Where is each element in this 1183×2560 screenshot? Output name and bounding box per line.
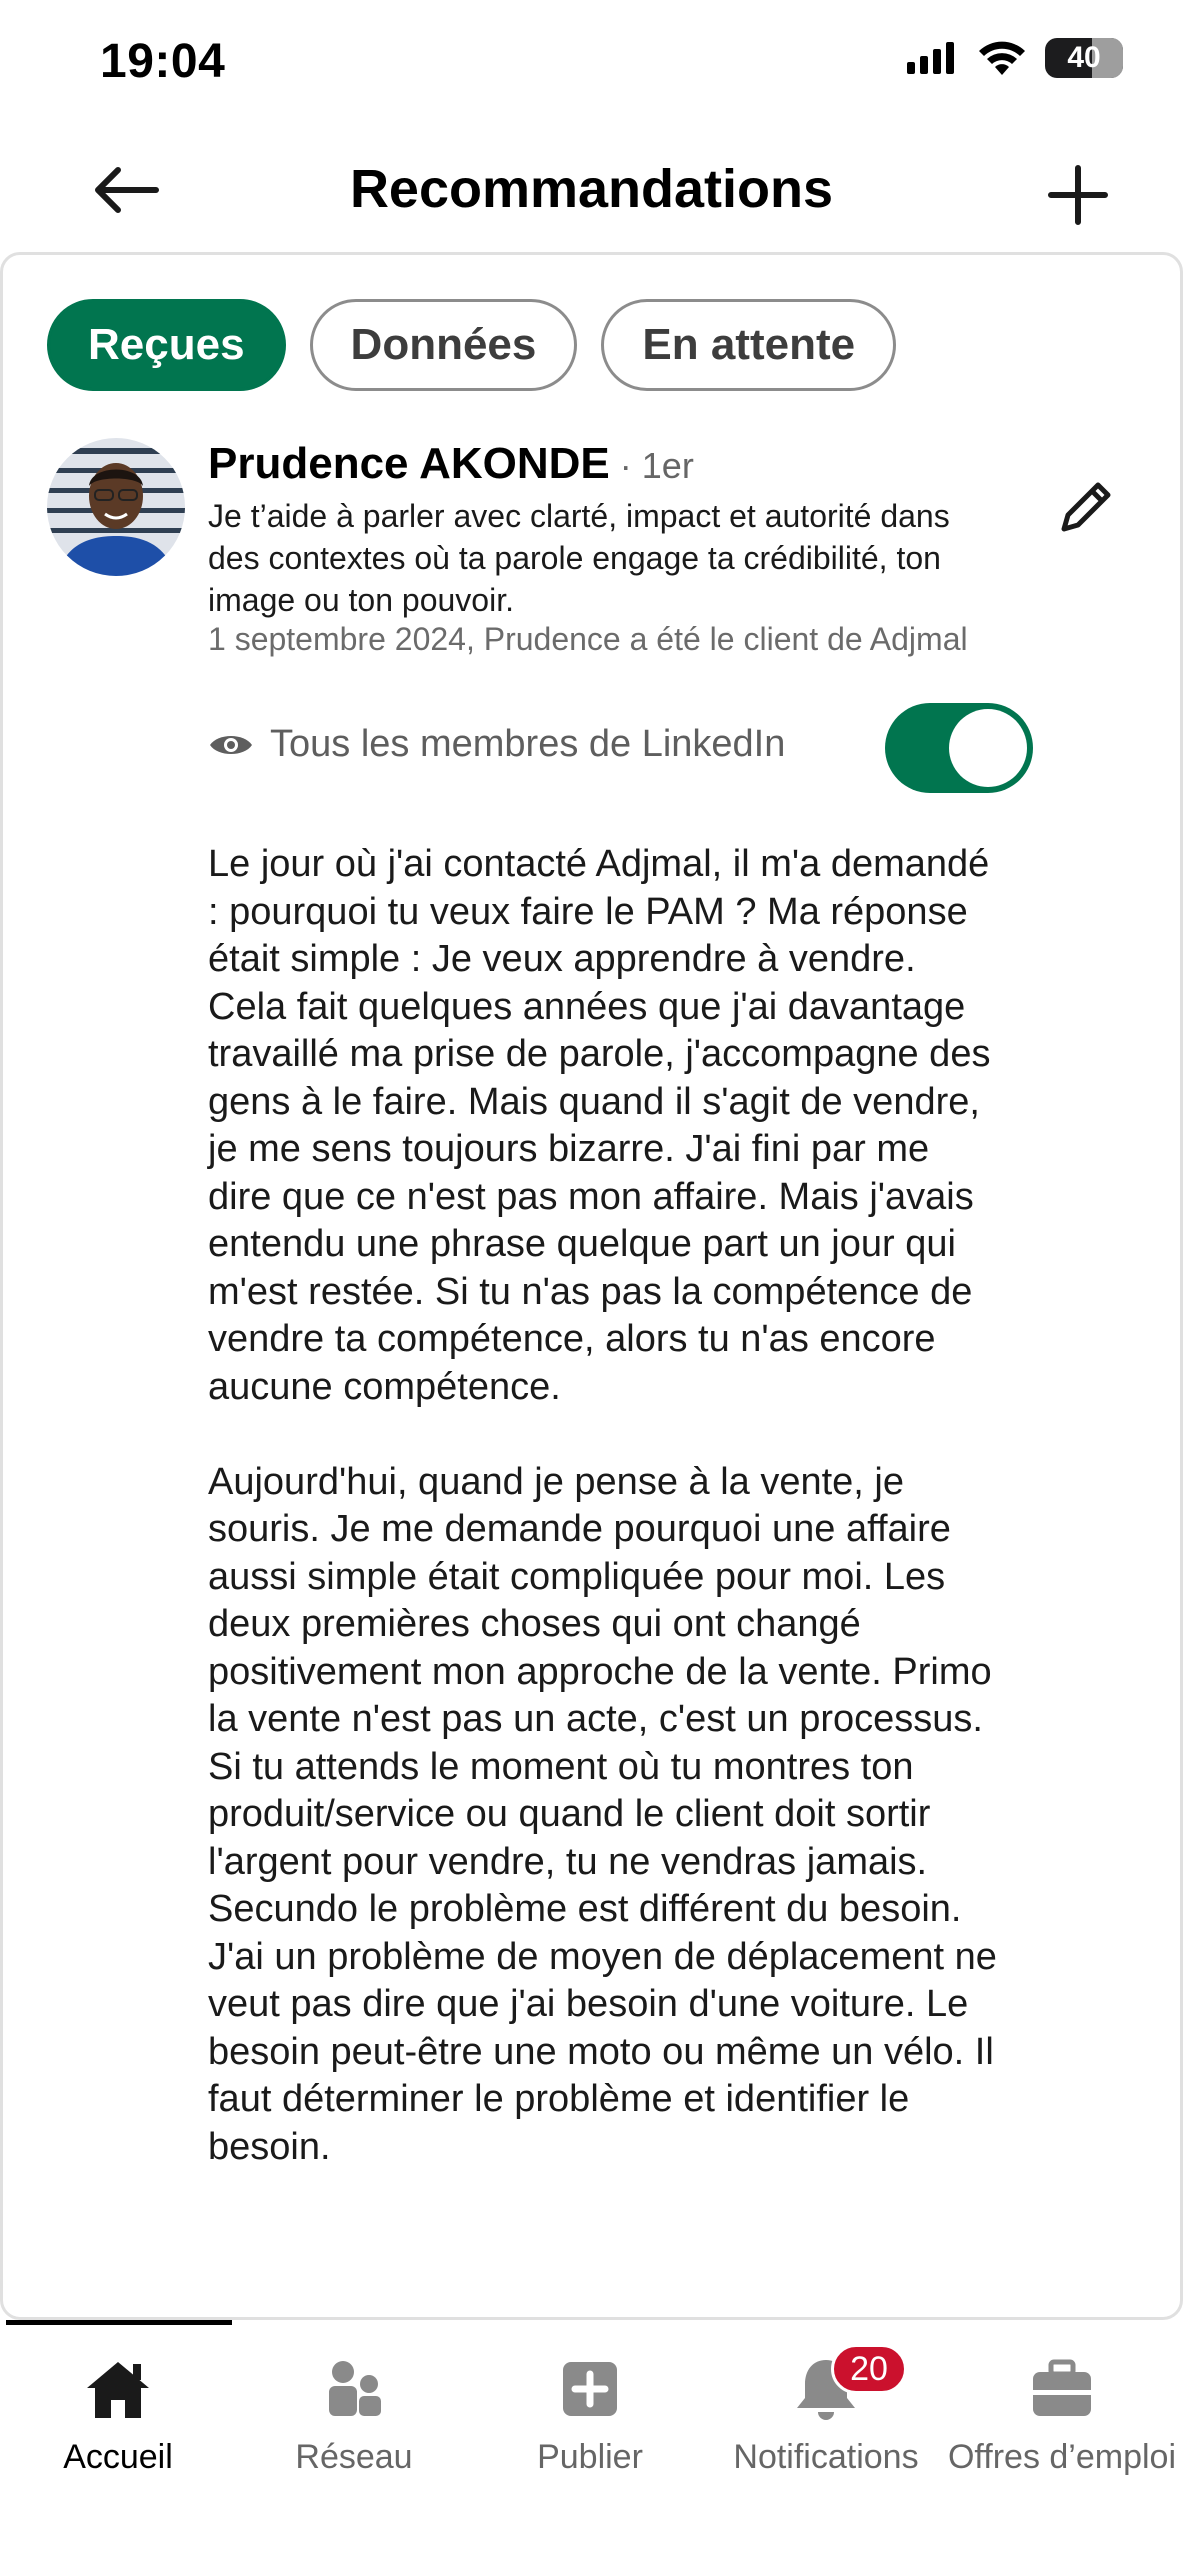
visibility-label: Tous les membres de LinkedIn — [270, 723, 786, 765]
tab-pending[interactable]: En attente — [601, 299, 897, 391]
tab-received[interactable]: Reçues — [47, 299, 286, 391]
bell-icon-wrap: 20 — [791, 2344, 907, 2424]
battery-icon: 40 — [1045, 38, 1123, 78]
active-tab-indicator — [6, 2320, 232, 2325]
bottom-navigation: Accueil Réseau Publier 20 Notifications … — [0, 2320, 1183, 2560]
nav-notifications[interactable]: 20 Notifications — [708, 2342, 944, 2492]
recommender-headline: Je t’aide à parler avec clarté, impact e… — [208, 498, 950, 618]
nav-jobs-label: Offres d’emploi — [947, 2438, 1177, 2476]
nav-post[interactable]: Publier — [472, 2342, 708, 2492]
nav-home[interactable]: Accueil — [0, 2342, 236, 2492]
visibility-setting: Tous les membres de LinkedIn — [208, 723, 785, 766]
briefcase-icon — [1033, 2359, 1091, 2416]
recommendations-screen: 19:04 40 Recommandations Reçues Données … — [0, 0, 1183, 2560]
home-icon — [87, 2362, 149, 2418]
nav-jobs[interactable]: Offres d’emploi — [944, 2342, 1180, 2492]
post-icon — [563, 2362, 617, 2416]
recommender-name-row: Prudence AKONDE · 1er — [208, 439, 694, 489]
page-title: Recommandations — [349, 159, 834, 219]
filter-tabs: Reçues Données En attente — [47, 299, 897, 391]
nav-notifications-label: Notifications — [733, 2438, 919, 2476]
status-icons: 40 — [907, 38, 1123, 78]
notification-badge: 20 — [831, 2344, 907, 2394]
visibility-toggle[interactable] — [885, 703, 1033, 793]
nav-post-label: Publier — [537, 2438, 643, 2476]
cellular-signal-icon — [907, 42, 954, 74]
recommendations-card: Reçues Données En attente Prudence AKOND… — [0, 252, 1183, 2320]
battery-level: 40 — [1067, 41, 1101, 74]
app-header: Recommandations — [0, 140, 1183, 252]
avatar[interactable] — [47, 438, 185, 576]
recommender-name[interactable]: Prudence AKONDE — [208, 439, 610, 489]
recommendation-meta: 1 septembre 2024, Prudence a été le clie… — [208, 621, 968, 657]
edit-pencil-icon[interactable] — [1052, 473, 1120, 541]
recommendation-text: Le jour où j'ai contacté Adjmal, il m'a … — [208, 843, 997, 2168]
network-icon — [329, 2361, 381, 2416]
connection-degree: · 1er — [619, 445, 694, 486]
toggle-knob — [949, 709, 1027, 787]
nav-network[interactable]: Réseau — [236, 2342, 472, 2492]
add-icon[interactable] — [1043, 160, 1113, 230]
status-time: 19:04 — [100, 35, 226, 88]
nav-home-label: Accueil — [63, 2438, 173, 2476]
eye-icon — [210, 735, 252, 754]
tab-given[interactable]: Données — [309, 299, 578, 391]
nav-network-label: Réseau — [295, 2438, 413, 2476]
wifi-icon — [979, 41, 1025, 75]
